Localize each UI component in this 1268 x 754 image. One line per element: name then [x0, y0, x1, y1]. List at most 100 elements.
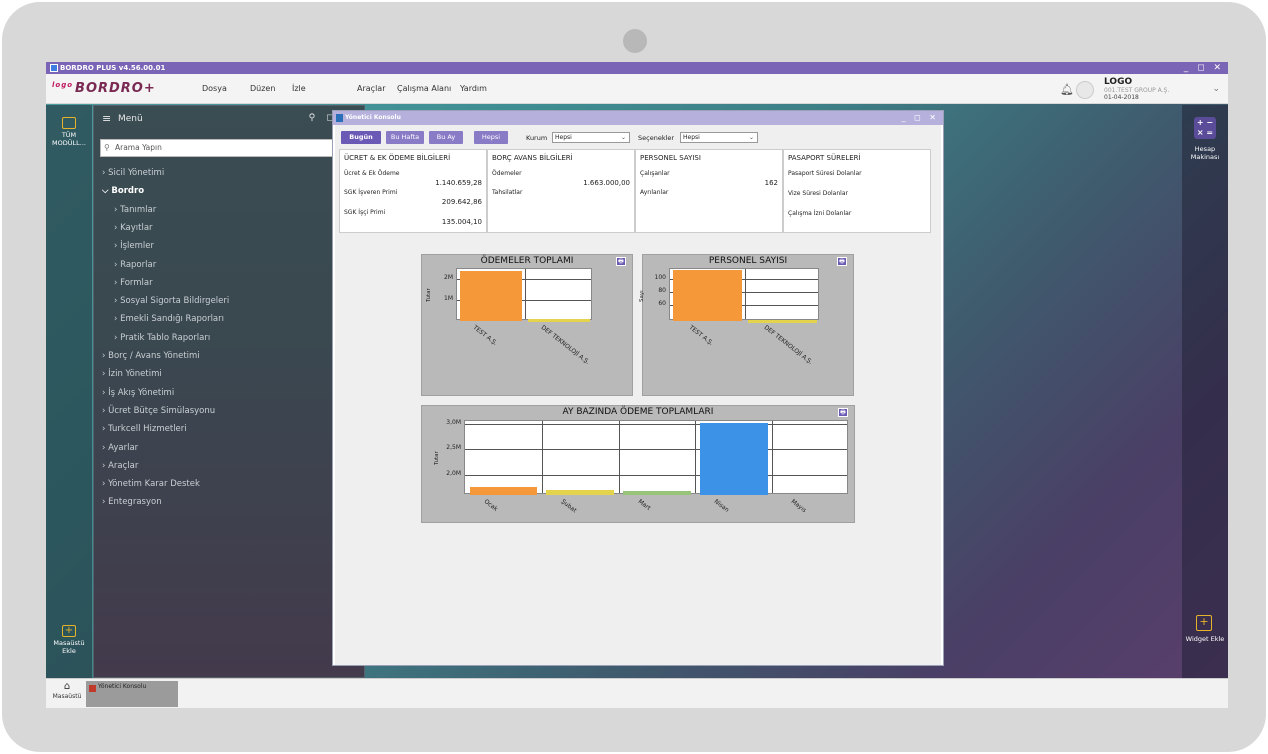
- user-info[interactable]: LOGO 001.TEST GROUP A.Ş. 01-04-2018: [1104, 77, 1169, 101]
- kurum-select[interactable]: Hepsi ⌄: [552, 132, 630, 143]
- chart-title: ÖDEMELER TOPLAMI: [480, 256, 574, 266]
- menu-item[interactable]: › Formlar: [114, 278, 153, 288]
- chart-bar[interactable]: [673, 270, 742, 321]
- menu-item[interactable]: › Sosyal Sigorta Bildirgeleri: [114, 296, 229, 306]
- menu-calisma-alani[interactable]: Çalışma Alanı: [397, 84, 451, 93]
- widget-add-label[interactable]: Widget Ekle: [1182, 635, 1228, 643]
- window-controls[interactable]: _ ◻ ✕: [1184, 62, 1224, 74]
- info-box-personel: PERSONEL SAYISI Çalışanlar 162 Ayrılanla…: [635, 149, 783, 233]
- chart-title: PERSONEL SAYISI: [708, 256, 788, 266]
- info-row-value: 135.004,10: [441, 218, 482, 226]
- menu-item-label: Entegrasyon: [108, 497, 162, 508]
- user-date: 01-04-2018: [1104, 94, 1139, 101]
- chart-bar[interactable]: [546, 489, 614, 495]
- taskbar-home-button[interactable]: ⌂ Masaüstü: [48, 681, 86, 707]
- desktop-add-button[interactable]: + Masaüstü Ekle: [46, 625, 92, 655]
- info-row-label: Pasaport Süresi Dolanlar: [788, 170, 862, 177]
- menu-item[interactable]: › Sicil Yönetimi: [102, 168, 164, 178]
- widget-add-icon[interactable]: +: [1196, 615, 1212, 631]
- menu-item-label: Sosyal Sigorta Bildirgeleri: [120, 296, 230, 307]
- search-icon: ⚲: [104, 143, 110, 152]
- console-title: Yönetici Konsolu: [345, 114, 401, 121]
- menu-item[interactable]: › Pratik Tablo Raporları: [114, 333, 210, 343]
- secenekler-value: Hepsi: [683, 134, 700, 141]
- chevron-down-icon[interactable]: ⌄: [1212, 84, 1220, 94]
- menu-izle[interactable]: İzle: [292, 84, 306, 93]
- info-box-borc: BORÇ AVANS BİLGİLERİ Ödemeler 1.663.000,…: [487, 149, 635, 233]
- print-icon[interactable]: 🖶: [837, 257, 847, 266]
- menu-item[interactable]: › Kayıtlar: [114, 223, 153, 233]
- menu-item-label: Borç / Avans Yönetimi: [108, 351, 200, 361]
- menu-item[interactable]: › İşlemler: [114, 241, 154, 251]
- menu-item[interactable]: › İzin Yönetimi: [102, 369, 162, 379]
- menu-yardim[interactable]: Yardım: [460, 84, 487, 93]
- menu-item[interactable]: ⌵ Bordro: [102, 186, 144, 196]
- menu-item[interactable]: › Raporlar: [114, 260, 156, 270]
- chart-bar[interactable]: [459, 271, 523, 321]
- all-modules-button[interactable]: TÜM MODÜLL...: [46, 117, 92, 147]
- chart-bar[interactable]: [527, 319, 591, 323]
- filter-bu-ay-button[interactable]: Bu Ay: [429, 131, 463, 144]
- chart-plot-area: [464, 420, 848, 495]
- chart-bar[interactable]: [748, 319, 817, 323]
- filter-bugun-button[interactable]: Bugün: [341, 131, 381, 144]
- menu-item-label: Turkcell Hizmetleri: [108, 424, 187, 435]
- menu-item-label: Araçlar: [108, 460, 139, 471]
- menu-item[interactable]: › Araçlar: [102, 461, 138, 471]
- monitor-icon: [62, 117, 76, 129]
- menu-item[interactable]: › Entegrasyon: [102, 497, 162, 507]
- camera-dot: [623, 29, 647, 53]
- home-icon: ⌂: [63, 681, 71, 692]
- app-logo: logo BORDRO+: [52, 81, 156, 96]
- menu-item[interactable]: › Yönetim Karar Destek: [102, 479, 200, 489]
- calculator-label[interactable]: Hesap Makinası: [1182, 145, 1228, 161]
- search-input[interactable]: ⚲ Arama Yapın: [100, 139, 360, 157]
- chevron-down-icon: ⌄: [748, 134, 754, 141]
- add-desktop-icon: +: [62, 625, 76, 637]
- print-icon[interactable]: 🖶: [616, 257, 626, 266]
- avatar[interactable]: [1076, 81, 1094, 99]
- menu-item-label: Tanımlar: [120, 204, 157, 215]
- hamburger-icon[interactable]: ≡: [102, 112, 111, 125]
- chart-bar[interactable]: [469, 487, 538, 495]
- taskbar-task-console[interactable]: Yönetici Konsolu: [86, 681, 178, 707]
- info-box-ucret: ÜCRET & EK ÖDEME BİLGİLERİ Ücret & Ek Öd…: [339, 149, 487, 233]
- menu-araclar[interactable]: Araçlar: [357, 84, 385, 93]
- menu-item[interactable]: › Emekli Sandığı Raporları: [114, 314, 224, 324]
- chart-ay-bazinda: AY BAZINDA ÖDEME TOPLAMLARI 🖶 3,0M 2,5M 2,0M…: [421, 405, 855, 523]
- menu-item[interactable]: › Borç / Avans Yönetimi: [102, 351, 200, 361]
- calculator-icon[interactable]: + − × =: [1194, 117, 1216, 139]
- bell-icon[interactable]: 🔔︎: [1060, 83, 1074, 96]
- menu-item[interactable]: › Turkcell Hizmetleri: [102, 424, 187, 434]
- info-row-value: 1.663.000,00: [583, 179, 630, 187]
- info-box-title: BORÇ AVANS BİLGİLERİ: [492, 154, 573, 162]
- chart-bar[interactable]: [700, 422, 768, 495]
- x-tick-label: Mayıs: [789, 498, 808, 515]
- y-axis-title: Tutar: [426, 288, 432, 302]
- info-row-label: Çalışanlar: [640, 170, 670, 177]
- info-row-label: SGK İşveren Primi: [344, 189, 398, 196]
- grid-line: [525, 269, 526, 319]
- filter-bu-hafta-button[interactable]: Bu Hafta: [386, 131, 424, 144]
- y-tick-label: 2M: [444, 274, 453, 282]
- menu-item[interactable]: › Ücret Bütçe Simülasyonu: [102, 406, 215, 416]
- chart-bar[interactable]: [623, 490, 691, 495]
- info-box-pasaport: PASAPORT SÜRELERİ Pasaport Süresi Dolanl…: [783, 149, 931, 233]
- filter-hepsi-button[interactable]: Hepsi: [474, 131, 508, 144]
- print-icon[interactable]: 🖶: [838, 408, 848, 417]
- menu-item[interactable]: › Ayarlar: [102, 443, 138, 453]
- menu-dosya[interactable]: Dosya: [202, 84, 227, 93]
- search-placeholder: Arama Yapın: [115, 143, 162, 152]
- tablet-frame: BORDRO PLUS v4.56.00.01 _ ◻ ✕ logo BORDRO…: [2, 2, 1266, 752]
- secenekler-select[interactable]: Hepsi ⌄: [680, 132, 758, 143]
- desktop-add-label: Masaüstü Ekle: [53, 639, 85, 655]
- menu-item[interactable]: › İş Akış Yönetimi: [102, 388, 174, 398]
- menu-item-label: Ayarlar: [108, 442, 139, 453]
- info-row-value: 209.642,86: [441, 198, 482, 206]
- menu-item[interactable]: › Tanımlar: [114, 205, 156, 215]
- y-tick-label: 3,0M: [446, 418, 461, 426]
- console-window-controls[interactable]: _ ◻ ✕: [902, 111, 939, 125]
- y-axis-title: Sayı: [639, 290, 645, 302]
- menu-duzen[interactable]: Düzen: [250, 84, 275, 93]
- user-company: 001.TEST GROUP A.Ş.: [1104, 87, 1170, 94]
